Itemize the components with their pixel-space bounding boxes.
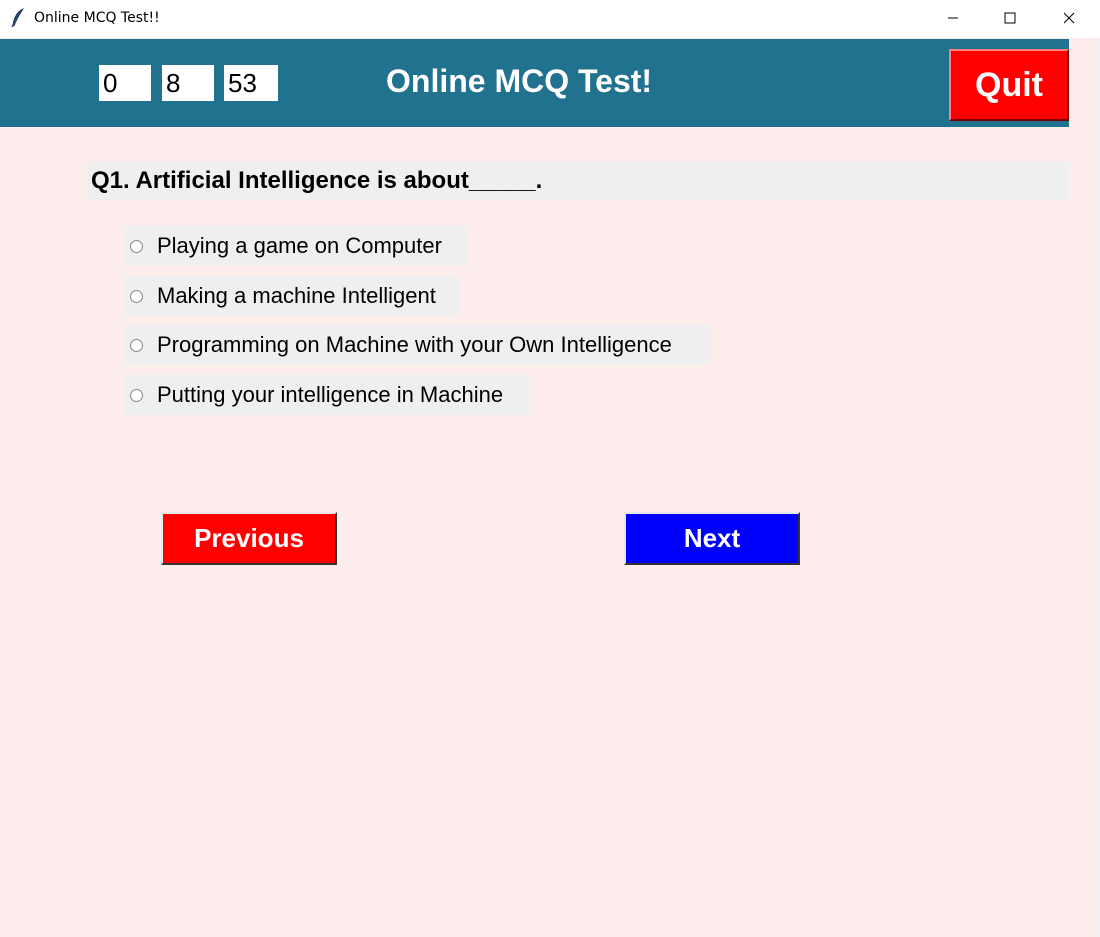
client-area: 0 8 53 Online MCQ Test! Quit Q1. Artific… <box>0 38 1100 937</box>
timer-seconds: 53 <box>224 65 278 101</box>
option-label: Putting your intelligence in Machine <box>157 382 504 407</box>
close-button[interactable] <box>1040 0 1098 36</box>
radio-button-icon[interactable] <box>130 289 143 303</box>
radio-button-icon[interactable] <box>130 388 143 402</box>
option-label: Programming on Machine with your Own Int… <box>157 332 672 357</box>
next-button[interactable]: Next <box>624 512 800 565</box>
header-bar: 0 8 53 Online MCQ Test! Quit <box>0 39 1069 127</box>
app-window: Online MCQ Test!! 0 8 53 Online MCQ Test… <box>0 0 1100 937</box>
window-title: Online MCQ Test!! <box>34 10 160 26</box>
timer-minutes: 8 <box>162 65 214 101</box>
previous-button[interactable]: Previous <box>161 512 337 565</box>
option-4[interactable]: Putting your intelligence in Machine <box>124 375 529 415</box>
option-label: Making a machine Intelligent <box>157 283 436 308</box>
radio-button-icon[interactable] <box>130 338 143 352</box>
quit-button[interactable]: Quit <box>949 49 1069 121</box>
maximize-icon <box>1004 12 1016 24</box>
radio-button-icon[interactable] <box>130 239 143 253</box>
option-label: Playing a game on Computer <box>157 233 442 258</box>
question-text: Q1. Artificial Intelligence is about____… <box>86 162 1069 200</box>
maximize-button[interactable] <box>981 0 1039 36</box>
minimize-button[interactable] <box>924 0 982 36</box>
close-icon <box>1063 12 1075 24</box>
timer-hours: 0 <box>99 65 151 101</box>
option-2[interactable]: Making a machine Intelligent <box>124 276 459 316</box>
minimize-icon <box>948 17 958 19</box>
title-bar: Online MCQ Test!! <box>0 0 1100 38</box>
page-title: Online MCQ Test! <box>386 63 653 99</box>
option-1[interactable]: Playing a game on Computer <box>124 226 468 266</box>
feather-icon <box>11 8 25 28</box>
option-3[interactable]: Programming on Machine with your Own Int… <box>124 325 710 365</box>
